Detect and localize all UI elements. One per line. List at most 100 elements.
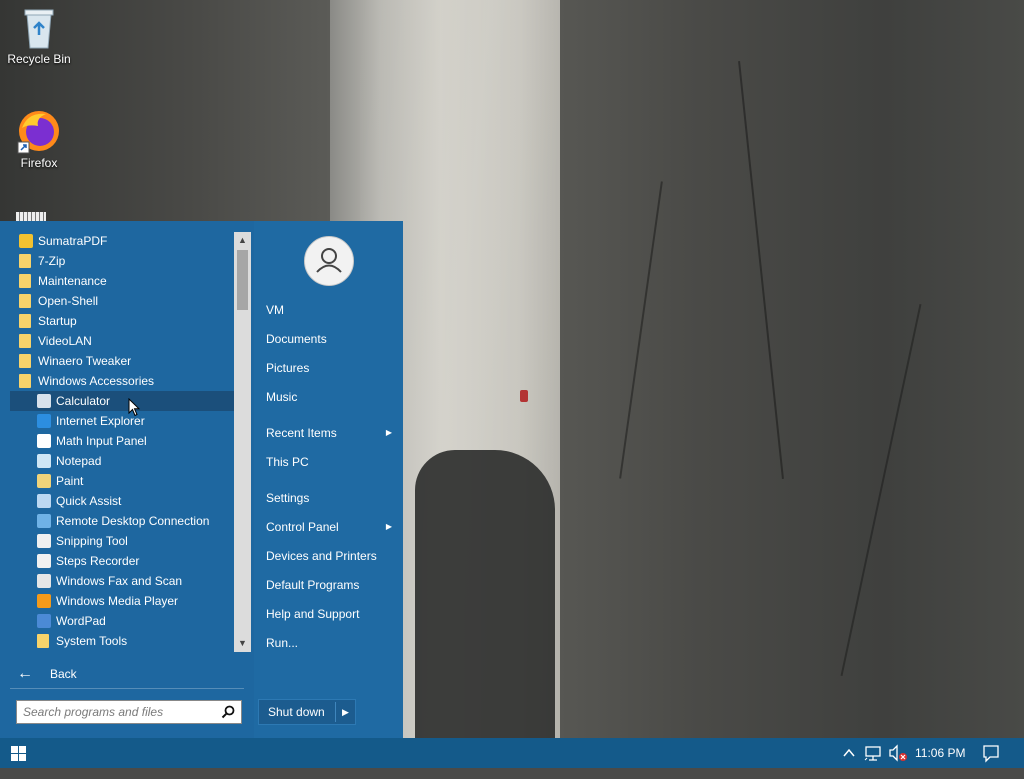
program-item[interactable]: Paint [10,471,234,491]
programs-pane: SumatraPDF 7-Zip Maintenance Open-Shell Star… [0,221,254,738]
program-item[interactable]: Notepad [10,451,234,471]
program-item[interactable]: Windows Accessories [10,371,234,391]
show-hidden-icons-icon[interactable] [842,738,856,768]
back-button[interactable]: ← Back [10,662,244,686]
program-label: Windows Media Player [56,594,179,608]
folder-icon [19,294,31,308]
back-arrow-icon: ← [17,665,33,682]
recycle-bin-icon [24,9,54,49]
action-center-icon[interactable] [982,738,1000,768]
clock[interactable]: 11:06 PM [915,738,965,768]
places-item[interactable]: Documents [266,328,396,350]
remote-desktop-icon [37,514,51,528]
program-list-scrollbar[interactable]: ▲ ▼ [234,232,251,652]
search-input[interactable] [23,704,213,720]
folder-icon [19,354,31,368]
program-item[interactable]: System Tools [10,631,234,651]
program-item[interactable]: Internet Explorer [10,411,234,431]
program-item[interactable]: Steps Recorder [10,551,234,571]
user-icon [316,248,342,273]
places-item[interactable]: Recent Items ▶ [266,422,396,444]
desktop-icon-label: Recycle Bin [7,52,71,66]
program-item[interactable]: Startup [10,311,234,331]
calculator-icon [37,394,51,408]
wordpad-icon [37,614,51,628]
program-item[interactable]: VideoLAN [10,331,234,351]
program-list: SumatraPDF 7-Zip Maintenance Open-Shell Star… [10,231,234,651]
mouse-cursor-icon [128,398,140,417]
firefox-icon [17,111,59,154]
program-item[interactable]: Open-Shell [10,291,234,311]
media-player-icon [37,594,51,608]
places-item-label: This PC [266,455,309,469]
places-item[interactable]: Run... [266,632,396,654]
program-label: Math Input Panel [56,434,147,448]
program-item[interactable]: Windows Media Player [10,591,234,611]
volume-muted-icon[interactable] [887,738,909,768]
program-label: Maintenance [38,274,107,288]
shutdown-split-divider [335,702,336,722]
program-label: Quick Assist [56,494,122,508]
program-item[interactable]: Remote Desktop Connection [10,511,234,531]
submenu-arrow-icon: ▶ [385,428,392,437]
places-item[interactable]: Settings [266,487,396,509]
places-item[interactable]: Help and Support [266,603,396,625]
search-icon[interactable] [221,705,235,719]
shutdown-options-icon[interactable]: ▶ [342,700,349,724]
places-item[interactable]: Music [266,386,396,408]
program-label: Calculator [56,394,111,408]
places-item[interactable]: Default Programs [266,574,396,596]
places-item-label: Run... [266,636,299,650]
desktop-icon-firefox[interactable]: Firefox [1,108,77,170]
program-item[interactable]: Winaero Tweaker [10,351,234,371]
program-label: Paint [56,474,84,488]
program-item[interactable]: Snipping Tool [10,531,234,551]
program-item[interactable]: Math Input Panel [10,431,234,451]
program-label: Steps Recorder [56,554,140,568]
program-item[interactable]: SumatraPDF [10,231,234,251]
places-item[interactable]: Control Panel ▶ [266,516,396,538]
fax-scan-icon [37,574,51,588]
places-item[interactable]: Devices and Printers [266,545,396,567]
divider [10,688,244,689]
places-item-label: Recent Items [266,426,337,440]
start-menu: SumatraPDF 7-Zip Maintenance Open-Shell Star… [0,221,403,738]
math-input-panel-icon [37,434,51,448]
program-label: Open-Shell [38,294,99,308]
program-item[interactable]: Quick Assist [10,491,234,511]
user-avatar[interactable] [304,236,354,286]
places-item[interactable]: Pictures [266,357,396,379]
program-item[interactable]: WordPad [10,611,234,631]
program-item[interactable]: Windows Fax and Scan [10,571,234,591]
scrollbar-thumb[interactable] [237,250,248,310]
folder-icon [37,634,49,648]
places-item-label: Music [266,390,298,404]
program-item[interactable]: 7-Zip [10,251,234,271]
program-item[interactable]: Calculator [10,391,234,411]
search-box[interactable] [16,700,242,724]
submenu-arrow-icon: ▶ [385,522,392,531]
program-item[interactable]: Maintenance [10,271,234,291]
network-icon[interactable] [864,738,882,768]
folder-icon [19,374,31,388]
places-item-label: Help and Support [266,607,360,621]
desktop-icon-partial[interactable] [16,212,46,221]
folder-icon [19,254,31,268]
places-item[interactable]: This PC [266,451,396,473]
program-label: Startup [38,314,77,328]
paint-icon [37,474,51,488]
program-label: Remote Desktop Connection [56,514,210,528]
start-button[interactable] [0,738,36,768]
steps-recorder-icon [37,554,51,568]
places-item[interactable]: VM [266,299,396,321]
shutdown-button[interactable]: Shut down ▶ [258,699,356,725]
scroll-down-icon[interactable]: ▼ [234,635,251,652]
climber-figure [520,390,528,402]
shutdown-label: Shut down [268,705,325,719]
desktop-icon-recycle-bin[interactable]: Recycle Bin [1,6,77,66]
places-item-label: Settings [266,491,310,505]
scroll-up-icon[interactable]: ▲ [234,232,251,249]
places-item-label: VM [266,303,284,317]
places-item-label: Documents [266,332,327,346]
folder-icon [19,314,31,328]
